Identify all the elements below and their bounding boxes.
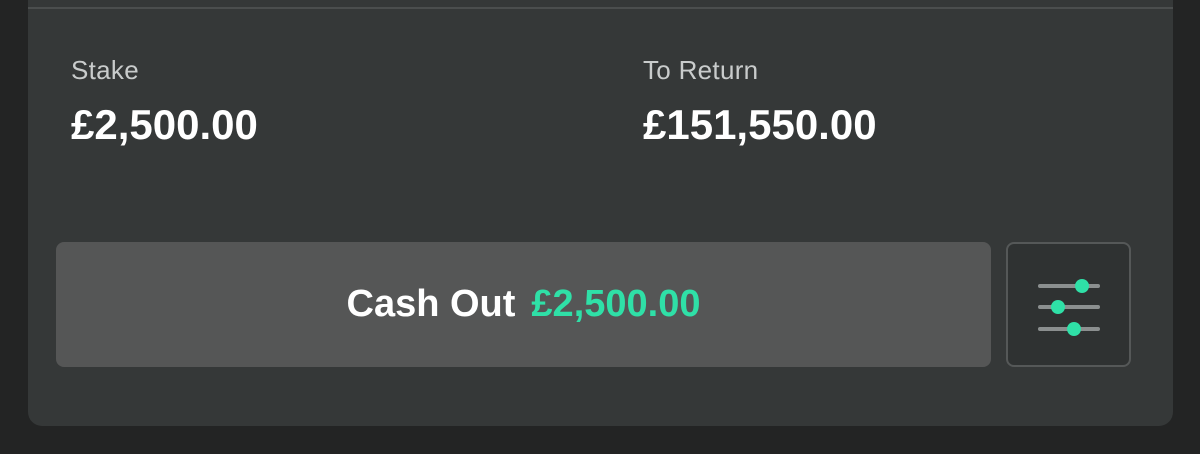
cash-out-settings-button[interactable] xyxy=(1006,242,1131,367)
bet-card: Stake £2,500.00 To Return £151,550.00 Ca… xyxy=(28,0,1173,426)
stake-label: Stake xyxy=(71,55,139,85)
cash-out-button[interactable]: Cash Out £2,500.00 xyxy=(56,242,991,367)
stake-value: £2,500.00 xyxy=(71,101,258,148)
sliders-icon xyxy=(1037,278,1100,336)
card-divider xyxy=(28,7,1173,9)
stake-section: Stake £2,500.00 xyxy=(71,52,258,150)
to-return-value: £151,550.00 xyxy=(643,101,877,148)
cash-out-label: Cash Out xyxy=(346,283,516,325)
to-return-label: To Return xyxy=(643,55,759,85)
to-return-section: To Return £151,550.00 xyxy=(643,52,877,150)
cash-out-amount: £2,500.00 xyxy=(531,283,701,325)
